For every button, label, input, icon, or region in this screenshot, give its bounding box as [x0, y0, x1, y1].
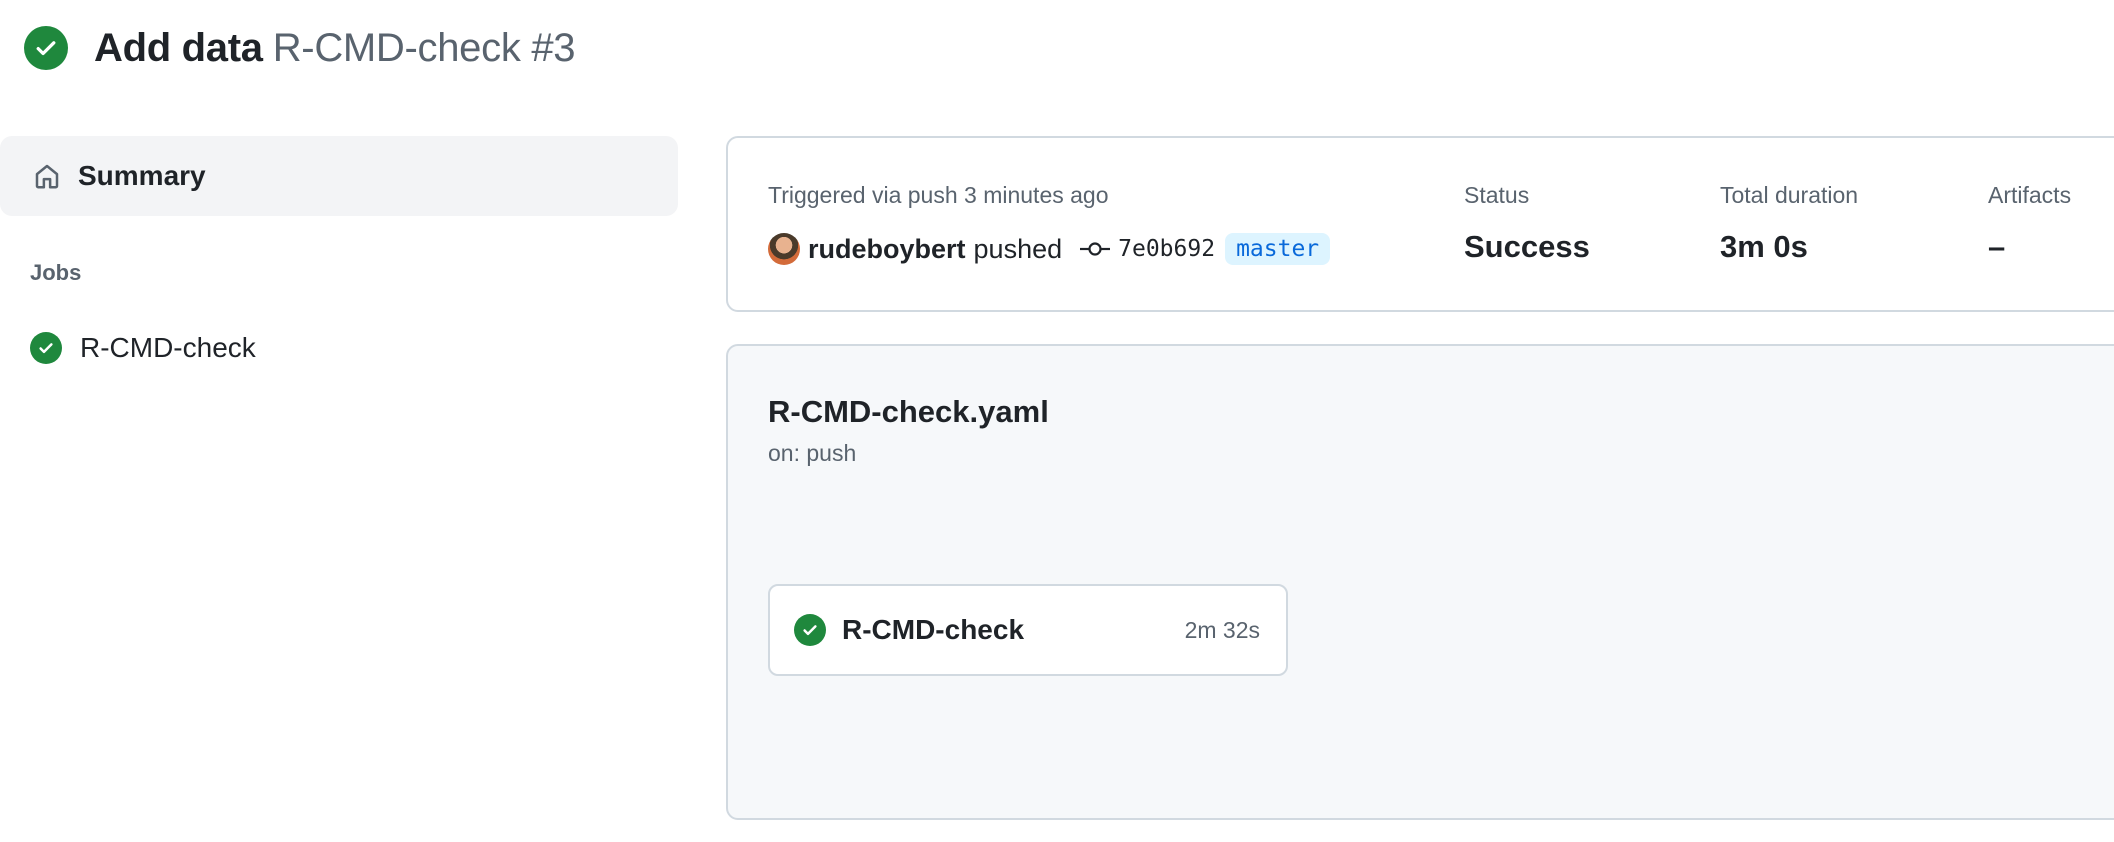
git-commit-icon: [1080, 242, 1111, 256]
page-title: Add data R-CMD-check #3: [94, 25, 576, 71]
artifacts-label: Artifacts: [1988, 182, 2072, 208]
duration-label: Total duration: [1720, 182, 1859, 208]
check-circle-fill-icon: [794, 614, 826, 646]
duration-value: 3m 0s: [1720, 229, 1808, 264]
job-node-duration: 2m 32s: [1184, 616, 1260, 643]
jobs-heading: Jobs: [30, 260, 82, 285]
commit-sha-link[interactable]: 7e0b692: [1118, 236, 1215, 262]
pushed-label: pushed: [973, 233, 1063, 264]
home-icon: [35, 164, 59, 189]
sidebar-item-job[interactable]: R-CMD-check: [30, 330, 678, 366]
branch-badge[interactable]: master: [1225, 233, 1331, 265]
check-circle-fill-icon: [30, 332, 62, 364]
sidebar-item-label: Summary: [78, 160, 206, 191]
commit-message: Add data: [94, 25, 263, 70]
sidebar-item-label: R-CMD-check: [80, 332, 256, 363]
artifacts-stat: Artifacts –: [1988, 182, 2071, 265]
workflow-file-name: R-CMD-check.yaml: [768, 394, 1049, 429]
push-info: rudeboybert pushed 7e0b692 master: [768, 231, 1331, 267]
trigger-info: Triggered via push 3 minutes ago rudeboy…: [768, 182, 1331, 267]
artifacts-value: –: [1988, 229, 2006, 264]
run-header: Add data R-CMD-check #3: [24, 25, 576, 71]
status-value: Success: [1464, 229, 1590, 264]
check-circle-fill-icon: [24, 26, 68, 70]
job-node[interactable]: R-CMD-check 2m 32s: [768, 584, 1288, 676]
status-stat: Status Success: [1464, 182, 1590, 265]
actor-link[interactable]: rudeboybert: [808, 234, 966, 265]
workflow-run-name: R-CMD-check #3: [272, 25, 576, 70]
avatar[interactable]: [768, 233, 800, 265]
workflow-graph: R-CMD-check.yaml on: push R-CMD-check 2m…: [726, 344, 2114, 820]
run-summary-card: Triggered via push 3 minutes ago rudeboy…: [726, 136, 2114, 312]
sidebar-item-summary[interactable]: Summary: [0, 136, 678, 216]
sidebar: Summary Jobs R-CMD-check: [0, 136, 678, 366]
status-label: Status: [1464, 182, 1530, 208]
trigger-text: Triggered via push 3 minutes ago: [768, 182, 1109, 208]
job-node-name: R-CMD-check: [842, 614, 1025, 645]
duration-stat: Total duration 3m 0s: [1720, 182, 1858, 265]
workflow-trigger: on: push: [768, 440, 857, 466]
